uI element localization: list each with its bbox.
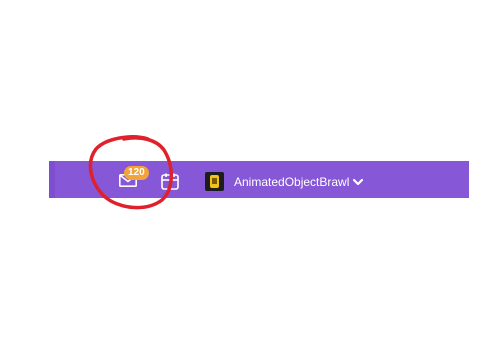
messages-count-badge: 120 — [124, 166, 149, 180]
game-thumbnail[interactable] — [205, 172, 224, 191]
toolbar-edge — [49, 161, 55, 198]
chevron-down-icon[interactable] — [352, 177, 364, 187]
game-name[interactable]: AnimatedObjectBrawl — [234, 175, 349, 189]
calendar-icon[interactable] — [160, 173, 182, 191]
game-thumbnail-art-detail — [212, 178, 217, 184]
